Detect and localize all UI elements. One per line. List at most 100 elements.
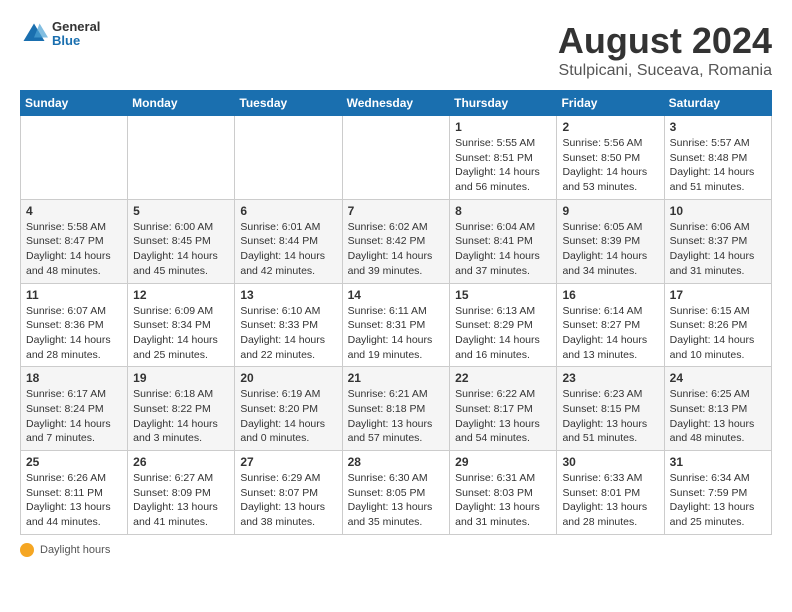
calendar-cell: 24 Sunrise: 6:25 AMSunset: 8:13 PMDayligh… [664, 367, 771, 451]
calendar-week-row: 18 Sunrise: 6:17 AMSunset: 8:24 PMDayligh… [21, 367, 772, 451]
day-info: Sunrise: 6:29 AMSunset: 8:07 PMDaylight:… [240, 471, 336, 530]
calendar-cell: 9 Sunrise: 6:05 AMSunset: 8:39 PMDaylight… [557, 199, 664, 283]
day-number: 9 [562, 204, 658, 218]
calendar-cell: 4 Sunrise: 5:58 AMSunset: 8:47 PMDaylight… [21, 199, 128, 283]
day-number: 15 [455, 288, 551, 302]
day-number: 5 [133, 204, 229, 218]
title-area: August 2024 Stulpicani, Suceava, Romania [558, 20, 772, 80]
calendar-cell: 19 Sunrise: 6:18 AMSunset: 8:22 PMDayligh… [128, 367, 235, 451]
logo-general: General [52, 20, 100, 34]
day-number: 19 [133, 371, 229, 385]
calendar-week-row: 4 Sunrise: 5:58 AMSunset: 8:47 PMDaylight… [21, 199, 772, 283]
day-info: Sunrise: 6:02 AMSunset: 8:42 PMDaylight:… [348, 220, 445, 279]
page-header: General Blue August 2024 Stulpicani, Suc… [20, 20, 772, 80]
day-info: Sunrise: 6:06 AMSunset: 8:37 PMDaylight:… [670, 220, 766, 279]
day-number: 7 [348, 204, 445, 218]
day-info: Sunrise: 6:04 AMSunset: 8:41 PMDaylight:… [455, 220, 551, 279]
calendar-cell: 2Sunrise: 5:56 AMSunset: 8:50 PMDaylight… [557, 116, 664, 200]
day-number: 18 [26, 371, 122, 385]
day-number: 8 [455, 204, 551, 218]
calendar-week-row: 1Sunrise: 5:55 AMSunset: 8:51 PMDaylight… [21, 116, 772, 200]
calendar-cell: 25Sunrise: 6:26 AMSunset: 8:11 PMDayligh… [21, 451, 128, 535]
calendar-cell: 11 Sunrise: 6:07 AMSunset: 8:36 PMDayligh… [21, 283, 128, 367]
weekday-header: Tuesday [235, 91, 342, 116]
day-number: 20 [240, 371, 336, 385]
day-number: 21 [348, 371, 445, 385]
calendar-cell: 30Sunrise: 6:33 AMSunset: 8:01 PMDayligh… [557, 451, 664, 535]
day-number: 2 [562, 120, 658, 134]
calendar-cell: 17Sunrise: 6:15 AMSunset: 8:26 PMDayligh… [664, 283, 771, 367]
month-title: August 2024 [558, 20, 772, 62]
day-info: Sunrise: 5:57 AMSunset: 8:48 PMDaylight:… [670, 136, 766, 195]
day-number: 11 [26, 288, 122, 302]
day-number: 29 [455, 455, 551, 469]
day-number: 10 [670, 204, 766, 218]
day-info: Sunrise: 6:31 AMSunset: 8:03 PMDaylight:… [455, 471, 551, 530]
day-info: Sunrise: 5:58 AMSunset: 8:47 PMDaylight:… [26, 220, 122, 279]
calendar-cell: 31 Sunrise: 6:34 AMSunset: 7:59 PMDayligh… [664, 451, 771, 535]
day-number: 4 [26, 204, 122, 218]
day-number: 24 [670, 371, 766, 385]
calendar-cell: 29 Sunrise: 6:31 AMSunset: 8:03 PMDayligh… [450, 451, 557, 535]
calendar-cell: 23Sunrise: 6:23 AMSunset: 8:15 PMDayligh… [557, 367, 664, 451]
weekday-header: Monday [128, 91, 235, 116]
day-number: 3 [670, 120, 766, 134]
calendar-cell [21, 116, 128, 200]
day-info: Sunrise: 6:30 AMSunset: 8:05 PMDaylight:… [348, 471, 445, 530]
calendar-cell: 3 Sunrise: 5:57 AMSunset: 8:48 PMDaylight… [664, 116, 771, 200]
day-info: Sunrise: 6:34 AMSunset: 7:59 PMDaylight:… [670, 471, 766, 530]
calendar-cell: 8 Sunrise: 6:04 AMSunset: 8:41 PMDaylight… [450, 199, 557, 283]
day-info: Sunrise: 6:00 AMSunset: 8:45 PMDaylight:… [133, 220, 229, 279]
weekday-header: Wednesday [342, 91, 450, 116]
day-info: Sunrise: 6:11 AMSunset: 8:31 PMDaylight:… [348, 304, 445, 363]
logo-text: General Blue [52, 20, 100, 49]
day-number: 12 [133, 288, 229, 302]
calendar-header-row: SundayMondayTuesdayWednesdayThursdayFrid… [21, 91, 772, 116]
calendar-cell [235, 116, 342, 200]
calendar-cell: 10 Sunrise: 6:06 AMSunset: 8:37 PMDayligh… [664, 199, 771, 283]
day-number: 1 [455, 120, 551, 134]
day-info: Sunrise: 6:07 AMSunset: 8:36 PMDaylight:… [26, 304, 122, 363]
calendar-cell: 15Sunrise: 6:13 AMSunset: 8:29 PMDayligh… [450, 283, 557, 367]
day-info: Sunrise: 6:21 AMSunset: 8:18 PMDaylight:… [348, 387, 445, 446]
day-info: Sunrise: 6:17 AMSunset: 8:24 PMDaylight:… [26, 387, 122, 446]
day-number: 6 [240, 204, 336, 218]
calendar-cell: 7 Sunrise: 6:02 AMSunset: 8:42 PMDaylight… [342, 199, 450, 283]
calendar-cell: 18 Sunrise: 6:17 AMSunset: 8:24 PMDayligh… [21, 367, 128, 451]
weekday-header: Thursday [450, 91, 557, 116]
day-number: 26 [133, 455, 229, 469]
calendar-cell [128, 116, 235, 200]
logo: General Blue [20, 20, 100, 49]
weekday-header: Friday [557, 91, 664, 116]
day-info: Sunrise: 6:18 AMSunset: 8:22 PMDaylight:… [133, 387, 229, 446]
calendar-cell [342, 116, 450, 200]
day-number: 25 [26, 455, 122, 469]
day-info: Sunrise: 6:33 AMSunset: 8:01 PMDaylight:… [562, 471, 658, 530]
footer: Daylight hours [20, 543, 772, 557]
weekday-header: Sunday [21, 91, 128, 116]
calendar-cell: 28 Sunrise: 6:30 AMSunset: 8:05 PMDayligh… [342, 451, 450, 535]
day-info: Sunrise: 6:01 AMSunset: 8:44 PMDaylight:… [240, 220, 336, 279]
day-number: 31 [670, 455, 766, 469]
day-number: 28 [348, 455, 445, 469]
day-info: Sunrise: 6:27 AMSunset: 8:09 PMDaylight:… [133, 471, 229, 530]
day-info: Sunrise: 6:10 AMSunset: 8:33 PMDaylight:… [240, 304, 336, 363]
calendar-cell: 13Sunrise: 6:10 AMSunset: 8:33 PMDayligh… [235, 283, 342, 367]
day-info: Sunrise: 6:23 AMSunset: 8:15 PMDaylight:… [562, 387, 658, 446]
calendar-cell: 26 Sunrise: 6:27 AMSunset: 8:09 PMDayligh… [128, 451, 235, 535]
day-info: Sunrise: 6:22 AMSunset: 8:17 PMDaylight:… [455, 387, 551, 446]
calendar-week-row: 11 Sunrise: 6:07 AMSunset: 8:36 PMDayligh… [21, 283, 772, 367]
day-number: 27 [240, 455, 336, 469]
day-info: Sunrise: 6:09 AMSunset: 8:34 PMDaylight:… [133, 304, 229, 363]
day-info: Sunrise: 6:25 AMSunset: 8:13 PMDaylight:… [670, 387, 766, 446]
location: Stulpicani, Suceava, Romania [558, 62, 772, 80]
sun-icon [20, 543, 34, 557]
calendar-cell: 1Sunrise: 5:55 AMSunset: 8:51 PMDaylight… [450, 116, 557, 200]
calendar-cell: 21 Sunrise: 6:21 AMSunset: 8:18 PMDayligh… [342, 367, 450, 451]
calendar-cell: 12 Sunrise: 6:09 AMSunset: 8:34 PMDayligh… [128, 283, 235, 367]
calendar-table: SundayMondayTuesdayWednesdayThursdayFrid… [20, 90, 772, 535]
day-info: Sunrise: 6:14 AMSunset: 8:27 PMDaylight:… [562, 304, 658, 363]
day-number: 22 [455, 371, 551, 385]
calendar-cell: 5 Sunrise: 6:00 AMSunset: 8:45 PMDaylight… [128, 199, 235, 283]
day-info: Sunrise: 6:05 AMSunset: 8:39 PMDaylight:… [562, 220, 658, 279]
